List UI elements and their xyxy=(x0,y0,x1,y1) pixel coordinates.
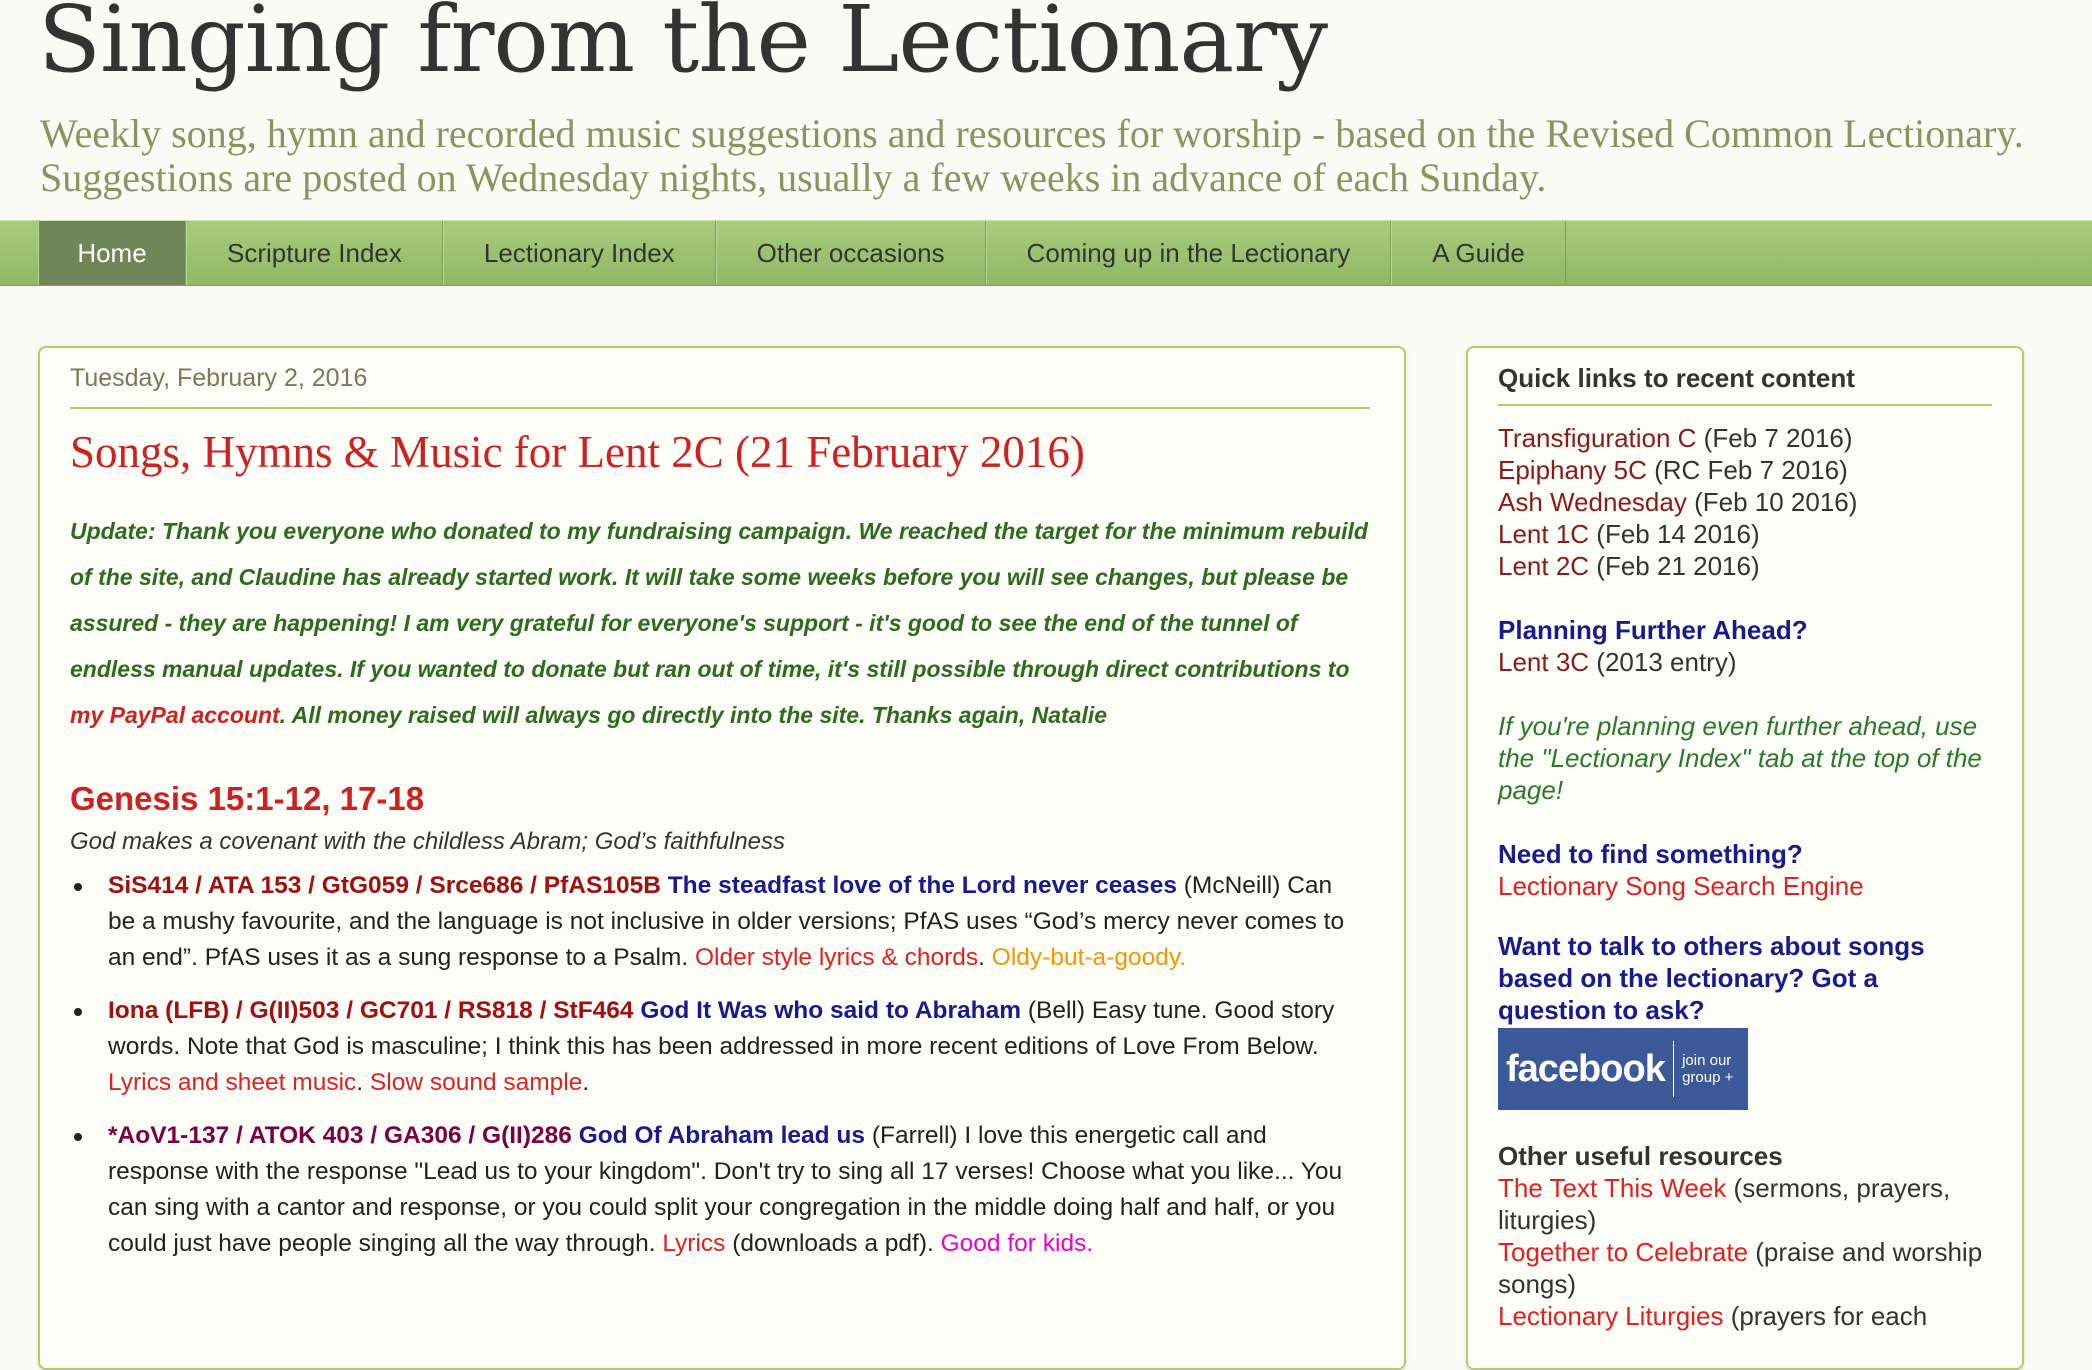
paypal-link[interactable]: my PayPal account xyxy=(70,702,280,728)
song-codes: *AoV1-137 / ATOK 403 / GA306 / G(II)286 xyxy=(108,1122,572,1149)
recent-link[interactable]: Lent 2C xyxy=(1498,551,1589,581)
song-title: The steadfast love of the Lord never cea… xyxy=(667,872,1177,899)
resource-link[interactable]: Together to Celebrate xyxy=(1498,1237,1748,1267)
nav-bar: Home Scripture Index Lectionary Index Ot… xyxy=(0,220,2092,286)
sidebar: Quick links to recent content Transfigur… xyxy=(1466,346,2024,1370)
update-notice: Update: Thank you everyone who donated t… xyxy=(70,508,1380,738)
bullet-icon xyxy=(74,883,82,891)
song-item: SiS414 / ATA 153 / GtG059 / Srce686 / Pf… xyxy=(74,868,1348,976)
recent-note: (Feb 14 2016) xyxy=(1589,519,1760,549)
resource-row: Lectionary Liturgies (prayers for each xyxy=(1498,1300,1992,1332)
tab-lectionary-index[interactable]: Lectionary Index xyxy=(442,221,716,285)
search-engine-link[interactable]: Lectionary Song Search Engine xyxy=(1498,870,1992,902)
song-title: God It Was who said to Abraham xyxy=(640,997,1022,1024)
recent-link-row: Lent 2C (Feb 21 2016) xyxy=(1498,550,1992,582)
recent-note: (Feb 7 2016) xyxy=(1696,423,1853,453)
section-subtitle: God makes a covenant with the childless … xyxy=(70,828,786,855)
update-text: Update: Thank you everyone who donated t… xyxy=(70,518,1368,682)
song-separator: . xyxy=(978,944,992,971)
recent-link-row: Lent 1C (Feb 14 2016) xyxy=(1498,518,1992,550)
song-separator: . xyxy=(356,1069,370,1096)
recent-link-row: Transfiguration C (Feb 7 2016) xyxy=(1498,422,1992,454)
further-note: If you're planning even further ahead, u… xyxy=(1498,711,1982,805)
song-end: . xyxy=(582,1069,590,1096)
resource-link[interactable]: Lectionary Liturgies xyxy=(1498,1301,1723,1331)
section-heading: Genesis 15:1-12, 17-18 xyxy=(70,780,425,817)
post-date: Tuesday, February 2, 2016 xyxy=(70,364,1370,409)
sample-link[interactable]: Oldy-but-a-goody. xyxy=(992,944,1186,971)
post-title[interactable]: Songs, Hymns & Music for Lent 2C (21 Feb… xyxy=(70,426,1370,478)
planning-link[interactable]: Lent 3C xyxy=(1498,647,1589,677)
post-container: Tuesday, February 2, 2016 Songs, Hymns &… xyxy=(38,346,1406,1370)
recent-link[interactable]: Epiphany 5C xyxy=(1498,455,1647,485)
recent-link[interactable]: Ash Wednesday xyxy=(1498,487,1687,517)
facebook-join-label: join our group + xyxy=(1682,1052,1734,1086)
kids-link[interactable]: Good for kids. xyxy=(941,1230,1094,1257)
lyrics-link[interactable]: Older style lyrics & chords xyxy=(695,944,978,971)
recent-link[interactable]: Lent 1C xyxy=(1498,519,1589,549)
sidebar-heading: Quick links to recent content xyxy=(1498,362,1992,406)
lyrics-link[interactable]: Lyrics and sheet music xyxy=(108,1069,356,1096)
resource-note: (prayers for each xyxy=(1723,1301,1928,1331)
tab-home[interactable]: Home xyxy=(38,221,186,285)
resource-row: Together to Celebrate (praise and worshi… xyxy=(1498,1236,1992,1300)
song-codes: SiS414 / ATA 153 / GtG059 / Srce686 / Pf… xyxy=(108,872,661,899)
song-item: Iona (LFB) / G(II)503 / GC701 / RS818 / … xyxy=(74,993,1348,1101)
facebook-logo: facebook xyxy=(1506,1048,1666,1090)
tab-guide[interactable]: A Guide xyxy=(1391,221,1566,285)
song-title: God Of Abraham lead us xyxy=(578,1122,866,1149)
recent-note: (RC Feb 7 2016) xyxy=(1646,455,1848,485)
tab-other-occasions[interactable]: Other occasions xyxy=(715,221,986,285)
sample-link[interactable]: Slow sound sample xyxy=(370,1069,582,1096)
recent-link-row: Ash Wednesday (Feb 10 2016) xyxy=(1498,486,1992,518)
recent-note: (Feb 21 2016) xyxy=(1589,551,1760,581)
bullet-icon xyxy=(74,1008,82,1016)
song-item: *AoV1-137 / ATOK 403 / GA306 / G(II)286 … xyxy=(74,1118,1348,1262)
update-text-end: . All money raised will always go direct… xyxy=(279,702,1108,728)
tab-scripture-index[interactable]: Scripture Index xyxy=(186,221,443,285)
bullet-icon xyxy=(74,1133,82,1141)
planning-heading: Planning Further Ahead? xyxy=(1498,615,1808,645)
planning-note: (2013 entry) xyxy=(1589,647,1737,677)
tab-coming-up[interactable]: Coming up in the Lectionary xyxy=(985,221,1392,285)
song-codes: Iona (LFB) / G(II)503 / GC701 / RS818 / … xyxy=(108,997,634,1024)
facebook-group-button[interactable]: facebook join our group + xyxy=(1498,1028,1748,1110)
song-list: SiS414 / ATA 153 / GtG059 / Srce686 / Pf… xyxy=(74,868,1348,1279)
talk-heading: Want to talk to others about songs based… xyxy=(1498,931,1925,1025)
facebook-divider xyxy=(1672,1041,1675,1097)
site-title[interactable]: Singing from the Lectionary xyxy=(38,0,1328,93)
resource-link[interactable]: The Text This Week xyxy=(1498,1173,1726,1203)
planning-row: Lent 3C (2013 entry) xyxy=(1498,646,1992,678)
song-separator: (downloads a pdf). xyxy=(725,1230,941,1257)
recent-link[interactable]: Transfiguration C xyxy=(1498,423,1696,453)
recent-note: (Feb 10 2016) xyxy=(1686,487,1858,517)
resources-heading: Other useful resources xyxy=(1498,1141,1783,1171)
blog-header: Singing from the Lectionary Weekly song,… xyxy=(0,0,2092,220)
site-description: Weekly song, hymn and recorded music sug… xyxy=(40,111,2024,200)
recent-link-row: Epiphany 5C (RC Feb 7 2016) xyxy=(1498,454,1992,486)
find-heading: Need to find something? xyxy=(1498,839,1803,869)
resource-row: The Text This Week (sermons, prayers, li… xyxy=(1498,1172,1992,1236)
lyrics-link[interactable]: Lyrics xyxy=(662,1230,725,1257)
